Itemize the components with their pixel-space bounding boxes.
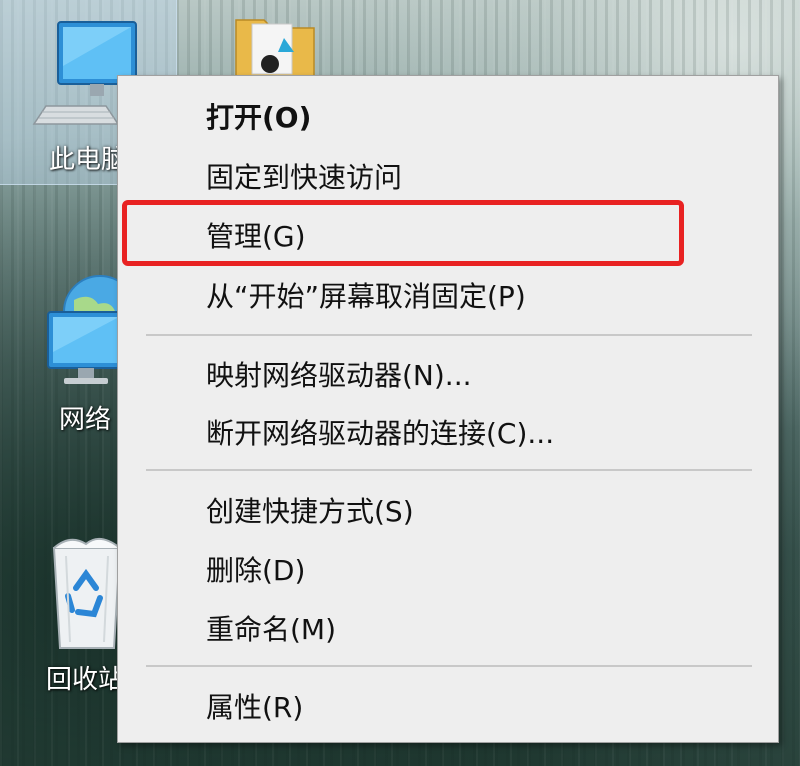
menu-item-label: 映射网络驱动器(N)...: [206, 359, 472, 392]
menu-item-label: 删除(D): [206, 554, 306, 587]
menu-item-manage[interactable]: 管理(G): [118, 209, 778, 265]
menu-item-create-shortcut[interactable]: 创建快捷方式(S): [118, 484, 778, 540]
menu-separator: [146, 334, 752, 336]
folder-icon: [235, 19, 315, 81]
menu-item-label: 创建快捷方式(S): [206, 495, 414, 528]
desktop-icon-folder[interactable]: [230, 12, 320, 82]
desktop-background: 此电脑 网络 回收站 打开(O) 固定到快速访问 管理(G) 从“开始”屏幕取消…: [0, 0, 800, 766]
menu-item-label: 从“开始”屏幕取消固定(P): [206, 280, 526, 313]
menu-item-label: 打开(O): [206, 101, 312, 134]
menu-item-label: 属性(R): [206, 691, 304, 724]
menu-item-label: 管理(G): [206, 220, 306, 253]
menu-item-properties[interactable]: 属性(R): [118, 680, 778, 736]
menu-item-map-network-drive[interactable]: 映射网络驱动器(N)...: [118, 348, 778, 404]
menu-item-rename[interactable]: 重命名(M): [118, 602, 778, 658]
menu-item-label: 重命名(M): [206, 613, 337, 646]
menu-item-label: 断开网络驱动器的连接(C)...: [206, 417, 555, 450]
menu-item-delete[interactable]: 删除(D): [118, 543, 778, 599]
menu-item-unpin-start[interactable]: 从“开始”屏幕取消固定(P): [118, 269, 778, 325]
menu-item-pin-quick-access[interactable]: 固定到快速访问: [118, 150, 778, 206]
menu-item-label: 固定到快速访问: [206, 161, 403, 194]
menu-separator: [146, 665, 752, 667]
context-menu: 打开(O) 固定到快速访问 管理(G) 从“开始”屏幕取消固定(P) 映射网络驱…: [117, 75, 779, 743]
menu-item-disconnect-network-drive[interactable]: 断开网络驱动器的连接(C)...: [118, 406, 778, 462]
menu-separator: [146, 469, 752, 471]
menu-item-open[interactable]: 打开(O): [118, 90, 778, 146]
